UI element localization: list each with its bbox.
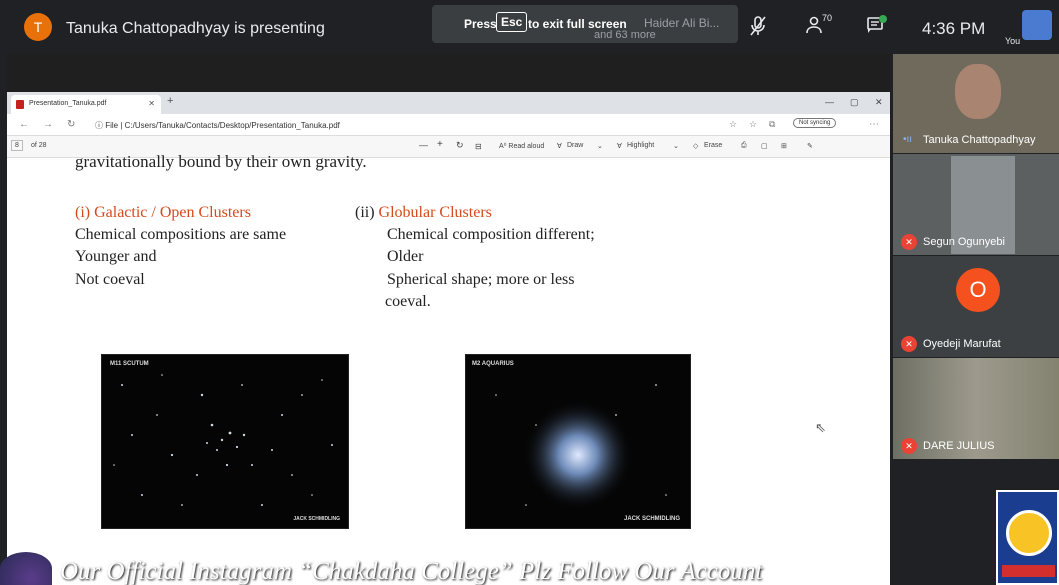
mouse-cursor-icon: ⇖ xyxy=(815,420,826,435)
open-cluster-image: M11 SCUTUM JACK SCHMIDLING xyxy=(101,354,349,529)
mic-off-icon[interactable] xyxy=(748,15,768,43)
zoom-in-icon[interactable]: + xyxy=(437,139,443,150)
sync-button[interactable]: Not syncing xyxy=(793,118,837,128)
save-as-icon[interactable]: ⊞ xyxy=(781,142,787,150)
new-tab-icon[interactable]: + xyxy=(167,95,173,107)
logo-emblem xyxy=(1006,510,1052,556)
collections-icon[interactable]: ⧉ xyxy=(769,119,775,130)
logo-ribbon xyxy=(1002,565,1055,577)
slide-partial-line: gravitationally bound by their own gravi… xyxy=(75,152,367,171)
participant-count: 70 xyxy=(822,13,833,23)
college-logo-left xyxy=(0,552,52,585)
erase-button[interactable]: Erase xyxy=(704,142,722,149)
press-label: Press xyxy=(464,17,497,31)
refresh-icon[interactable]: ↻ xyxy=(67,119,75,130)
close-tab-icon[interactable]: ✕ xyxy=(148,99,155,108)
pin-icon[interactable]: ✎ xyxy=(807,142,813,150)
forward-icon[interactable]: → xyxy=(43,119,53,130)
print-icon[interactable]: ⎙ xyxy=(741,142,747,150)
participant-tile-4[interactable]: ✕ DARE JULIUS xyxy=(893,358,1059,459)
rotate-icon[interactable]: ↻ xyxy=(456,140,464,151)
zoom-out-icon[interactable]: — xyxy=(419,140,428,150)
mic-muted-icon: ✕ xyxy=(901,336,917,352)
address-bar: ← → ↻ ⓘ File | C:/Users/Tanuka/Contacts/… xyxy=(7,114,890,136)
participant-name: DARE JULIUS xyxy=(923,440,995,452)
right-line-3: Spherical shape; more or less xyxy=(387,271,575,288)
erase-icon[interactable]: ◇ xyxy=(693,142,698,150)
back-icon[interactable]: ← xyxy=(19,119,29,130)
maximize-icon[interactable]: ▢ xyxy=(850,97,859,108)
highlight-icon[interactable]: ∀ xyxy=(617,142,622,150)
participant-avatar: O xyxy=(956,268,1000,312)
mic-muted-icon: ✕ xyxy=(901,438,917,454)
right-line-1: Chemical composition different; xyxy=(387,226,595,243)
minimize-icon[interactable]: — xyxy=(825,97,834,107)
presenting-label: Tanuka Chattopadhyay is presenting xyxy=(66,20,325,37)
right-heading: (ii) Globular Clusters xyxy=(355,204,492,222)
you-label: You xyxy=(1005,36,1021,46)
url-text: C:/Users/Tanuka/Contacts/Desktop/Present… xyxy=(124,121,340,130)
participant-name: Segun Ogunyebi xyxy=(923,236,1005,248)
image2-credit: JACK SCHMIDLING xyxy=(623,516,680,522)
save-icon[interactable]: ▢ xyxy=(761,142,768,150)
self-avatar xyxy=(1022,10,1052,40)
close-window-icon[interactable]: ✕ xyxy=(875,97,883,108)
participant-name: Oyedeji Marufat xyxy=(923,338,1001,350)
right-line-2: Older xyxy=(387,248,424,265)
chevron-down-icon[interactable]: ⌄ xyxy=(597,142,603,150)
pdf-icon xyxy=(16,100,24,109)
chat-icon[interactable] xyxy=(866,15,888,41)
url-field[interactable]: ⓘ File | C:/Users/Tanuka/Contacts/Deskto… xyxy=(95,120,340,131)
right-line-4: coeval. xyxy=(385,293,431,310)
left-line-3: Not coeval xyxy=(75,271,145,288)
image1-credit: JACK SCHMIDLING xyxy=(293,516,340,522)
more-icon[interactable]: ⋯ xyxy=(869,119,879,130)
participant-video xyxy=(955,64,1001,119)
right-heading-title: Globular Clusters xyxy=(378,204,492,221)
mic-muted-icon: ✕ xyxy=(901,234,917,250)
left-line-1: Chemical compositions are same xyxy=(75,226,287,243)
college-logo-right xyxy=(996,490,1059,585)
participant-tile-2[interactable]: ✕ Segun Ogunyebi xyxy=(893,154,1059,255)
speaking-indicator-icon: •ıı xyxy=(903,134,913,145)
participant-tile-3[interactable]: O ✕ Oyedeji Marufat xyxy=(893,256,1059,357)
url-prefix: File xyxy=(105,121,119,130)
left-heading: (i) Galactic / Open Clusters xyxy=(75,204,251,221)
highlight-button[interactable]: Highlight xyxy=(627,142,654,149)
image1-label: M11 SCUTUM xyxy=(110,361,149,367)
participant-name: Tanuka Chattopadhyay xyxy=(923,134,1036,146)
presenter-avatar: T xyxy=(24,13,52,41)
favorite-icon[interactable]: ☆ xyxy=(729,119,737,130)
right-heading-prefix: (ii) xyxy=(355,204,379,221)
pdf-slide: gravitationally bound by their own gravi… xyxy=(55,152,841,585)
tab-strip: Presentation_Tanuka.pdf ✕ + — ▢ ✕ xyxy=(7,92,890,114)
globular-cluster-image: M2 AQUARIUS JACK SCHMIDLING xyxy=(465,354,691,529)
esc-key-badge: Esc xyxy=(496,12,528,32)
tab-presentation[interactable]: Presentation_Tanuka.pdf ✕ xyxy=(11,95,161,114)
browser-window: Presentation_Tanuka.pdf ✕ + — ▢ ✕ ← → ↻ … xyxy=(7,92,890,585)
star-field xyxy=(113,374,333,506)
draw-icon[interactable]: ∀ xyxy=(557,142,562,150)
left-line-2: Younger and xyxy=(75,248,157,265)
page-total: of 28 xyxy=(31,142,47,149)
image2-label: M2 AQUARIUS xyxy=(472,361,514,367)
draw-button[interactable]: Draw xyxy=(567,142,583,149)
read-aloud-button[interactable]: A⁰ Read aloud xyxy=(499,142,544,150)
exit-fullscreen-hint: Press Esc to exit full screen Haider Ali… xyxy=(432,5,738,43)
behind-participant-name: Haider Ali Bi... xyxy=(644,16,720,30)
behind-participant-more: and 63 more xyxy=(594,29,656,41)
tab-title: Presentation_Tanuka.pdf xyxy=(29,100,107,107)
chevron-down-icon[interactable]: ⌄ xyxy=(673,142,679,150)
clock: 4:36 PM xyxy=(922,19,986,38)
globular-star-field xyxy=(495,384,667,510)
page-number-input[interactable]: 8 xyxy=(11,140,23,151)
participant-tile-1[interactable]: •ıı Tanuka Chattopadhyay xyxy=(893,54,1059,153)
meet-top-bar: T Tanuka Chattopadhyay is presenting Pre… xyxy=(0,0,1059,54)
instagram-watermark: Our Official Instagram “Chakdaha College… xyxy=(60,558,763,585)
favorites-bar-icon[interactable]: ☆ xyxy=(749,119,757,130)
fit-page-icon[interactable]: ⊟ xyxy=(475,142,482,151)
